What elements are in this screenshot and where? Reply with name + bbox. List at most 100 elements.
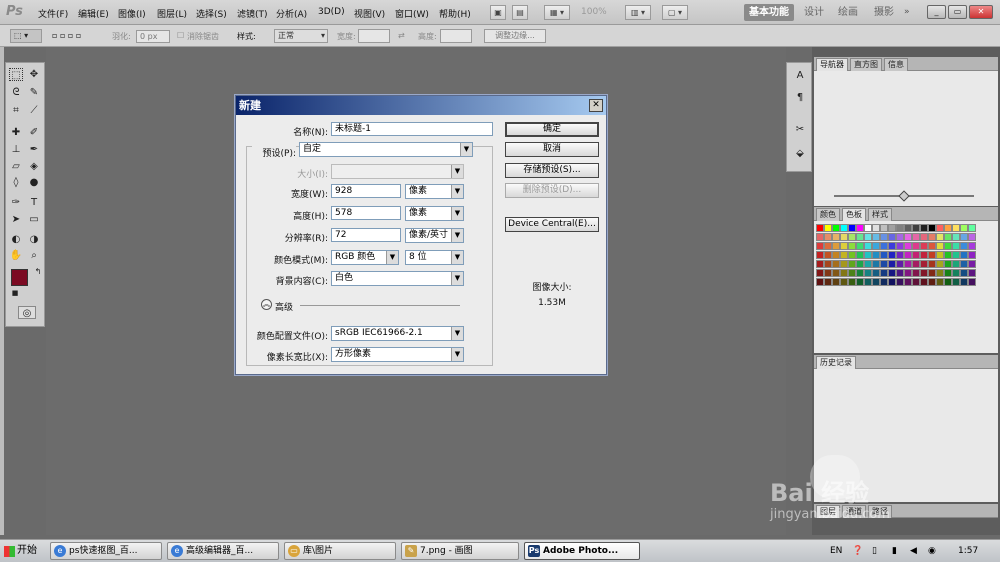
color-swatch[interactable] bbox=[848, 269, 856, 277]
color-swatch[interactable] bbox=[968, 278, 976, 286]
color-swatch[interactable] bbox=[968, 224, 976, 232]
start-button[interactable]: 开始 bbox=[2, 542, 44, 560]
color-swatch[interactable] bbox=[816, 278, 824, 286]
color-swatch[interactable] bbox=[824, 251, 832, 259]
swap-colors-icon[interactable]: ↰ bbox=[31, 265, 45, 278]
color-swatch[interactable] bbox=[912, 233, 920, 241]
color-swatch[interactable] bbox=[840, 233, 848, 241]
color-swatch[interactable] bbox=[856, 278, 864, 286]
color-swatch[interactable] bbox=[936, 278, 944, 286]
ok-button[interactable]: 确定 bbox=[505, 122, 599, 137]
height-input[interactable] bbox=[440, 29, 472, 43]
tab-history[interactable]: 历史记录 bbox=[816, 356, 856, 369]
refine-edge-button[interactable]: 调整边缘... bbox=[484, 29, 546, 43]
resolution-unit-select[interactable]: 像素/英寸 ▼ bbox=[405, 228, 464, 243]
color-swatch[interactable] bbox=[832, 233, 840, 241]
color-swatch[interactable] bbox=[872, 251, 880, 259]
color-swatch[interactable] bbox=[848, 224, 856, 232]
tab-histogram[interactable]: 直方图 bbox=[850, 58, 882, 71]
menu-select[interactable]: 选择(S) bbox=[196, 7, 227, 20]
color-swatch[interactable] bbox=[872, 224, 880, 232]
color-swatch[interactable] bbox=[960, 233, 968, 241]
color-swatch[interactable] bbox=[848, 260, 856, 268]
close-icon[interactable]: ✕ bbox=[589, 99, 603, 112]
foreground-color-swatch[interactable] bbox=[11, 269, 28, 286]
color-swatch[interactable] bbox=[952, 269, 960, 277]
tab-styles[interactable]: 样式 bbox=[868, 208, 892, 221]
network-icon[interactable]: ▮ bbox=[892, 542, 897, 560]
menu-file[interactable]: 文件(F) bbox=[38, 7, 68, 20]
color-swatch[interactable] bbox=[864, 278, 872, 286]
color-swatch[interactable] bbox=[944, 233, 952, 241]
color-swatch[interactable] bbox=[880, 251, 888, 259]
quick-mask-icon[interactable]: ◎ bbox=[18, 306, 36, 319]
color-swatch[interactable] bbox=[936, 251, 944, 259]
color-swatch[interactable] bbox=[816, 224, 824, 232]
color-swatch[interactable] bbox=[936, 242, 944, 250]
task-photoshop[interactable]: Ps Adobe Photo... bbox=[524, 542, 640, 560]
quick-select-tool-icon[interactable]: ✎ bbox=[27, 86, 41, 99]
eraser-tool-icon[interactable]: ▱ bbox=[9, 160, 23, 173]
color-swatch[interactable] bbox=[952, 251, 960, 259]
healing-brush-icon[interactable]: ✚ bbox=[9, 126, 23, 139]
color-swatch[interactable] bbox=[824, 269, 832, 277]
help-icon[interactable]: ❓ bbox=[852, 542, 863, 560]
menu-3d[interactable]: 3D(D) bbox=[318, 7, 345, 17]
color-swatch[interactable] bbox=[968, 242, 976, 250]
color-swatch[interactable] bbox=[848, 278, 856, 286]
color-swatch[interactable] bbox=[856, 251, 864, 259]
swap-icon[interactable]: ⇄ bbox=[398, 31, 405, 40]
color-swatch[interactable] bbox=[880, 278, 888, 286]
close-icon[interactable]: ✕ bbox=[969, 5, 993, 19]
task-ie-2[interactable]: e 高级编辑器_百... bbox=[167, 542, 279, 560]
color-swatch[interactable] bbox=[816, 269, 824, 277]
preset-select[interactable]: 自定 ▼ bbox=[299, 142, 473, 157]
color-swatch[interactable] bbox=[944, 251, 952, 259]
color-swatch[interactable] bbox=[920, 242, 928, 250]
color-swatch[interactable] bbox=[952, 242, 960, 250]
color-swatch[interactable] bbox=[840, 242, 848, 250]
path-select-icon[interactable]: ➤ bbox=[9, 213, 23, 226]
color-swatch[interactable] bbox=[904, 251, 912, 259]
color-swatch[interactable] bbox=[888, 242, 896, 250]
color-swatch[interactable] bbox=[928, 251, 936, 259]
color-swatch[interactable] bbox=[896, 251, 904, 259]
color-swatch[interactable] bbox=[912, 242, 920, 250]
color-swatch[interactable] bbox=[864, 251, 872, 259]
color-swatch[interactable] bbox=[824, 278, 832, 286]
color-swatch[interactable] bbox=[872, 278, 880, 286]
menu-filter[interactable]: 滤镜(T) bbox=[237, 7, 268, 20]
workspace-design[interactable]: 设计 bbox=[804, 4, 824, 21]
color-swatch[interactable] bbox=[880, 269, 888, 277]
collapse-advanced-icon[interactable]: ︽ bbox=[261, 299, 272, 310]
clone-stamp-icon[interactable]: ⊥ bbox=[9, 143, 23, 156]
color-swatch[interactable] bbox=[856, 260, 864, 268]
color-swatch[interactable] bbox=[832, 242, 840, 250]
color-mode-select[interactable]: RGB 颜色 ▼ bbox=[331, 250, 399, 265]
workspace-essentials[interactable]: 基本功能 bbox=[744, 4, 794, 21]
color-swatch[interactable] bbox=[888, 260, 896, 268]
lasso-tool-icon[interactable]: ᘓ bbox=[9, 86, 23, 99]
color-swatch[interactable] bbox=[904, 224, 912, 232]
color-swatch[interactable] bbox=[888, 251, 896, 259]
color-swatch[interactable] bbox=[880, 260, 888, 268]
pixel-aspect-select[interactable]: 方形像素 ▼ bbox=[331, 347, 464, 362]
history-brush-icon[interactable]: ✒ bbox=[27, 143, 41, 156]
color-swatch[interactable] bbox=[912, 260, 920, 268]
character-panel-icon[interactable]: A bbox=[793, 69, 807, 82]
color-swatch[interactable] bbox=[960, 251, 968, 259]
color-swatch[interactable] bbox=[856, 269, 864, 277]
brush-tool-icon[interactable]: ✐ bbox=[27, 126, 41, 139]
paragraph-panel-icon[interactable]: ¶ bbox=[793, 91, 807, 104]
default-colors-icon[interactable]: ■ bbox=[8, 287, 22, 300]
tool-preset-picker[interactable]: ⬚ ▾ bbox=[10, 29, 42, 43]
color-swatch[interactable] bbox=[880, 242, 888, 250]
color-swatch[interactable] bbox=[832, 269, 840, 277]
device-central-button[interactable]: Device Central(E)... bbox=[505, 217, 599, 232]
task-paint[interactable]: ✎ 7.png - 画图 bbox=[401, 542, 519, 560]
color-swatch[interactable] bbox=[864, 224, 872, 232]
menu-edit[interactable]: 编辑(E) bbox=[78, 7, 109, 20]
color-swatch[interactable] bbox=[920, 224, 928, 232]
workspace-photography[interactable]: 摄影 bbox=[874, 4, 894, 21]
color-swatch[interactable] bbox=[896, 224, 904, 232]
